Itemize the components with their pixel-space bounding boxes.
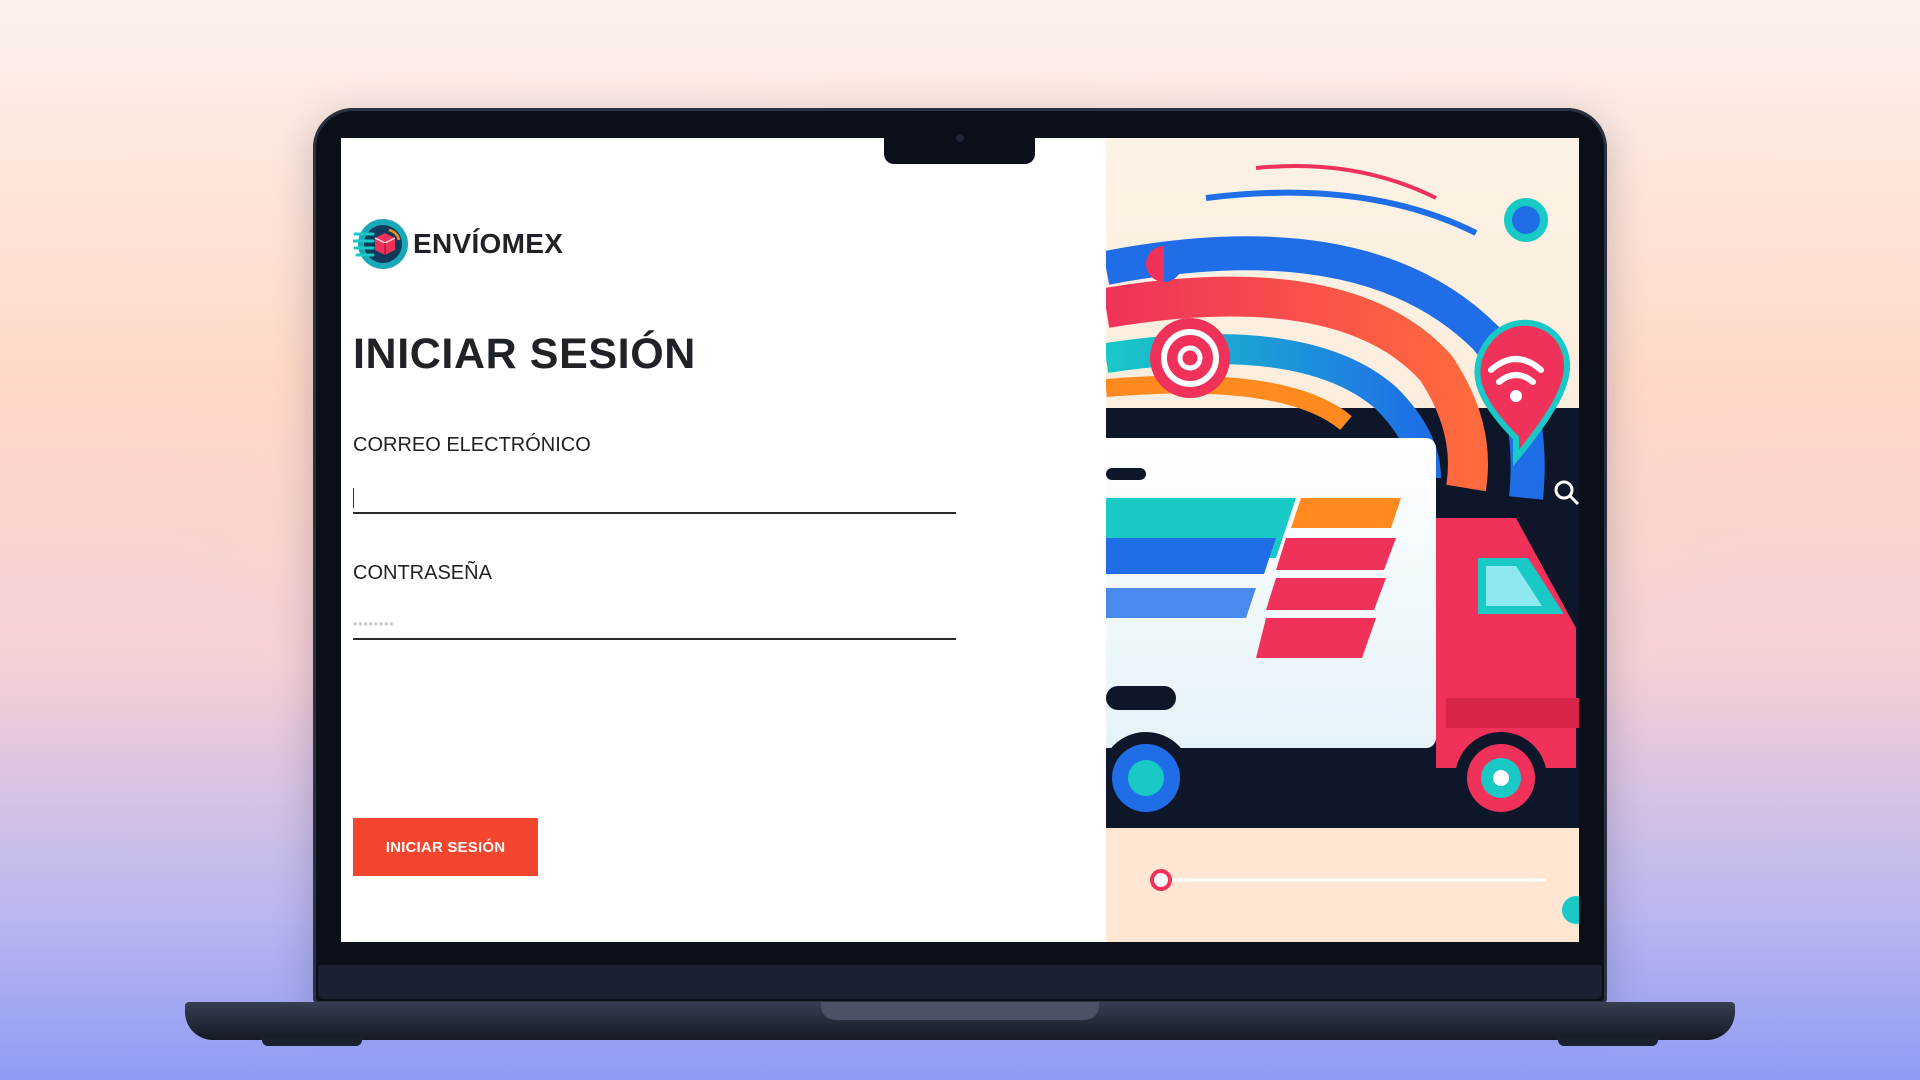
page-title: INICIAR SESIÓN <box>353 330 696 378</box>
target-icon <box>1150 318 1230 398</box>
laptop-screen: ENVÍOMEX INICIAR SESIÓN CORREO ELECTRÓNI… <box>341 138 1579 942</box>
login-button[interactable]: INICIAR SESIÓN <box>353 818 538 876</box>
laptop-base-notch <box>821 1002 1099 1020</box>
login-panel: ENVÍOMEX INICIAR SESIÓN CORREO ELECTRÓNI… <box>341 138 1106 942</box>
brand-name: ENVÍOMEX <box>413 228 564 259</box>
laptop-foot-left <box>262 1038 362 1046</box>
camera-icon <box>956 134 964 142</box>
password-field[interactable] <box>353 606 956 640</box>
package-delivery-logo-icon <box>353 219 408 269</box>
laptop-chin <box>318 965 1602 999</box>
delivery-truck-illustration <box>1106 138 1579 942</box>
password-label: CONTRASEÑA <box>353 562 492 584</box>
email-label: CORREO ELECTRÓNICO <box>353 434 591 456</box>
email-field[interactable] <box>353 480 956 514</box>
hero-illustration <box>1106 138 1579 942</box>
brand-logo[interactable]: ENVÍOMEX <box>353 216 563 272</box>
text-caret <box>353 488 354 508</box>
laptop-foot-right <box>1558 1038 1658 1046</box>
